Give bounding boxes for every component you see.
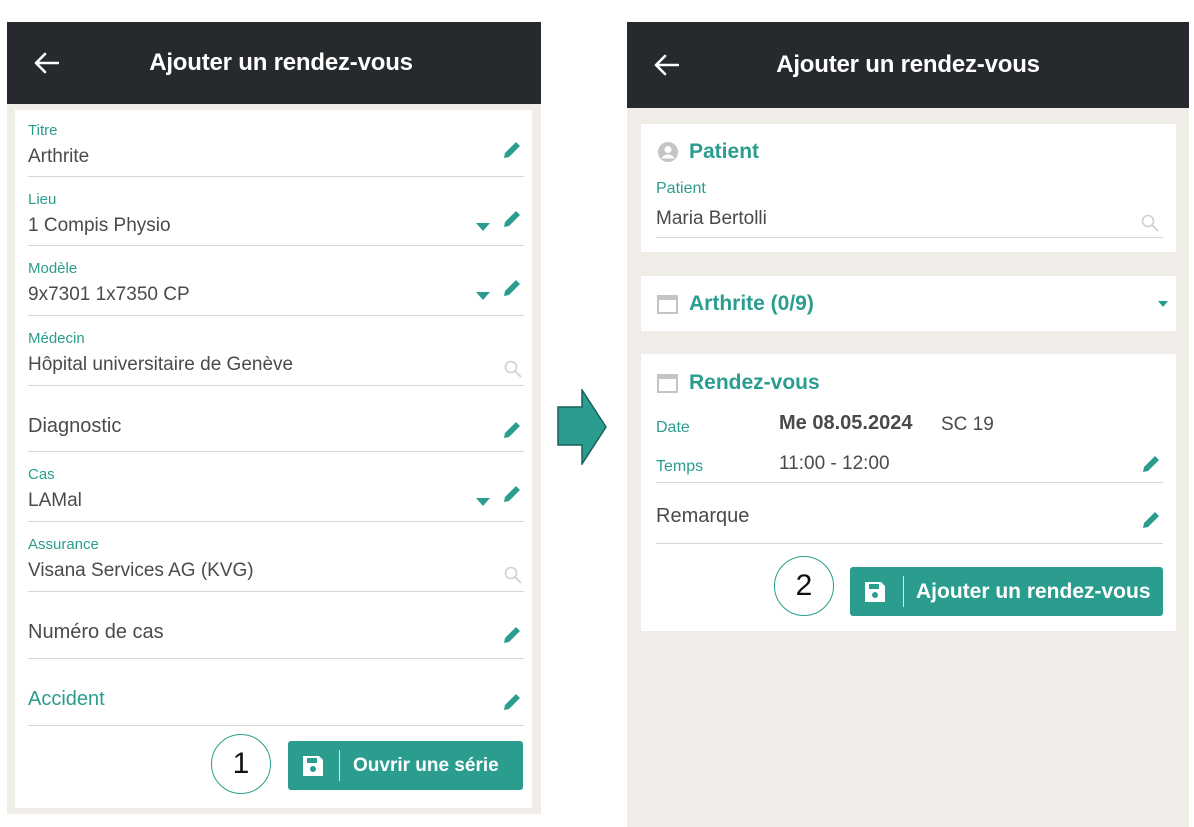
date-series-code: SC 19: [941, 414, 994, 435]
pencil-icon[interactable]: [1141, 454, 1161, 474]
step-badge-2: 2: [774, 556, 834, 616]
assurance-label: Assurance: [28, 536, 99, 553]
arrow-right-icon: [557, 389, 607, 465]
cas-label: Cas: [28, 466, 55, 483]
diagnostic-placeholder: Diagnostic: [28, 415, 122, 437]
time-field[interactable]: Temps 11:00 - 12:00: [656, 446, 1163, 483]
calendar-icon: [657, 374, 678, 393]
app-bar: Ajouter un rendez-vous: [627, 22, 1189, 108]
screen-add-appointment: Ajouter un rendez-vous Patient Patient M…: [627, 22, 1189, 827]
patient-field[interactable]: Patient Maria Bertolli: [656, 178, 1163, 238]
page-title: Ajouter un rendez-vous: [149, 49, 413, 76]
patient-label: Patient: [656, 180, 706, 197]
cas-field[interactable]: Cas LAMal: [28, 462, 524, 522]
patient-card: Patient Patient Maria Bertolli: [641, 124, 1176, 252]
save-icon: [865, 582, 885, 602]
cas-value: LAMal: [28, 490, 82, 511]
app-bar: Ajouter un rendez-vous: [7, 22, 541, 104]
modele-label: Modèle: [28, 260, 78, 277]
appointment-heading: Rendez-vous: [689, 371, 820, 394]
patient-value: Maria Bertolli: [656, 208, 767, 229]
person-circle-icon: [658, 142, 678, 162]
appointment-card: Rendez-vous Date Me 08.05.2024 SC 19 Tem…: [641, 354, 1176, 631]
search-icon[interactable]: [1141, 214, 1159, 232]
add-appointment-label: Ajouter un rendez-vous: [916, 579, 1151, 603]
medecin-field[interactable]: Médecin Hôpital universitaire de Genève: [28, 326, 524, 386]
calendar-icon: [657, 295, 678, 314]
caret-down-icon[interactable]: [476, 498, 490, 506]
pencil-icon[interactable]: [502, 484, 522, 504]
pencil-icon[interactable]: [502, 692, 522, 712]
time-value: 11:00 - 12:00: [779, 453, 890, 474]
search-icon[interactable]: [504, 566, 522, 584]
remark-field[interactable]: Remarque: [656, 493, 1163, 544]
accident-label: Accident: [28, 688, 105, 710]
modele-value: 9x7301 1x7350 CP: [28, 284, 190, 305]
page-title: Ajouter un rendez-vous: [776, 51, 1040, 78]
lieu-field[interactable]: Lieu 1 Compis Physio: [28, 187, 524, 246]
open-series-label: Ouvrir une série: [353, 754, 499, 776]
series-heading: Arthrite (0/9): [689, 292, 814, 315]
caret-down-icon[interactable]: [476, 292, 490, 300]
step-badge-1: 1: [211, 734, 271, 794]
lieu-label: Lieu: [28, 191, 57, 208]
remark-placeholder: Remarque: [656, 505, 750, 527]
diagnostic-field[interactable]: Diagnostic: [28, 396, 524, 452]
titre-label: Titre: [28, 122, 58, 139]
assurance-value: Visana Services AG (KVG): [28, 560, 254, 581]
medecin-label: Médecin: [28, 330, 85, 347]
assurance-field[interactable]: Assurance Visana Services AG (KVG): [28, 532, 524, 592]
screen-open-series: Ajouter un rendez-vous Titre Arthrite Li…: [7, 22, 541, 814]
pencil-icon[interactable]: [1141, 510, 1161, 530]
caret-down-icon[interactable]: [476, 223, 490, 231]
lieu-value: 1 Compis Physio: [28, 215, 171, 236]
open-series-button[interactable]: Ouvrir une série: [288, 741, 523, 790]
pencil-icon[interactable]: [502, 420, 522, 440]
form-card: Titre Arthrite Lieu 1 Compis Physio Modè…: [15, 110, 532, 808]
titre-field[interactable]: Titre Arthrite: [28, 118, 524, 177]
numero-cas-placeholder: Numéro de cas: [28, 621, 164, 643]
pencil-icon[interactable]: [502, 140, 522, 160]
medecin-value: Hôpital universitaire de Genève: [28, 354, 294, 375]
add-appointment-button[interactable]: Ajouter un rendez-vous: [850, 567, 1163, 616]
save-icon: [303, 756, 323, 776]
modele-field[interactable]: Modèle 9x7301 1x7350 CP: [28, 256, 524, 316]
date-value: Me 08.05.2024: [779, 412, 913, 434]
caret-down-icon[interactable]: [1158, 301, 1168, 307]
search-icon[interactable]: [504, 360, 522, 378]
numero-cas-field[interactable]: Numéro de cas: [28, 602, 524, 659]
pencil-icon[interactable]: [502, 625, 522, 645]
time-label: Temps: [656, 458, 704, 475]
patient-heading: Patient: [689, 140, 760, 163]
series-card[interactable]: Arthrite (0/9): [641, 276, 1176, 331]
button-separator: [903, 576, 904, 607]
pencil-icon[interactable]: [502, 278, 522, 298]
titre-value: Arthrite: [28, 146, 90, 167]
pencil-icon[interactable]: [502, 209, 522, 229]
date-label: Date: [656, 419, 690, 436]
button-separator: [339, 750, 340, 781]
accident-field[interactable]: Accident: [28, 669, 524, 726]
